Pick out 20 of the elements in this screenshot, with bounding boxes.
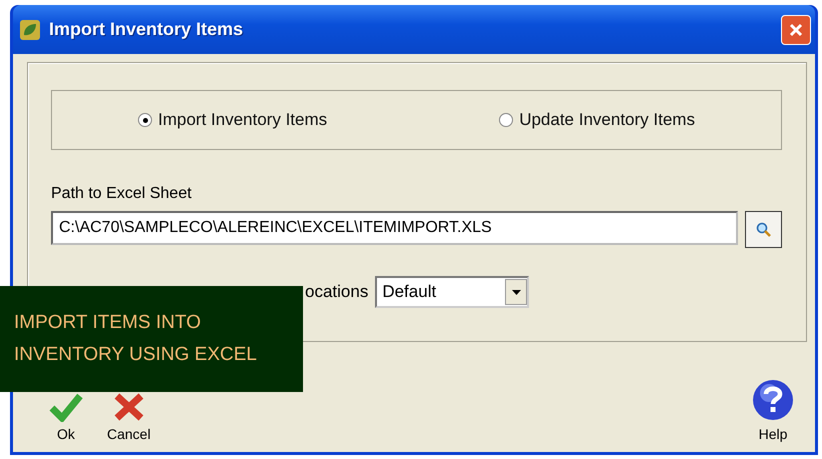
caret-icon xyxy=(512,290,521,294)
mode-radio[interactable]: Import Inventory Items xyxy=(138,110,328,130)
checkmark-icon xyxy=(49,392,83,422)
leaf-icon xyxy=(19,18,41,40)
browse-button[interactable] xyxy=(745,211,782,248)
ok-button[interactable]: Ok xyxy=(49,392,83,442)
search-icon xyxy=(754,220,772,238)
cancel-button[interactable]: Cancel xyxy=(107,392,151,442)
help-button[interactable]: Help xyxy=(751,378,795,442)
close-button[interactable] xyxy=(781,14,811,44)
path-field[interactable]: C:\AC70\SAMPLECO\ALEREINC\EXCEL\ITEMIMPORT.XLS xyxy=(51,211,738,245)
path-label: Path to Excel Sheet xyxy=(51,185,192,203)
close-icon xyxy=(788,22,804,38)
window-title: Import Inventory Items xyxy=(49,19,244,40)
caption-text: INVENTORY USING EXCEL xyxy=(14,344,258,366)
locations-label: ocations xyxy=(305,282,368,302)
caption-text: IMPORT ITEMS INTO xyxy=(14,312,202,334)
question-mark-icon xyxy=(751,378,795,422)
locations-dropdown[interactable]: Default xyxy=(375,276,530,308)
mode-radio[interactable]: Update Inventory Items xyxy=(499,110,695,130)
